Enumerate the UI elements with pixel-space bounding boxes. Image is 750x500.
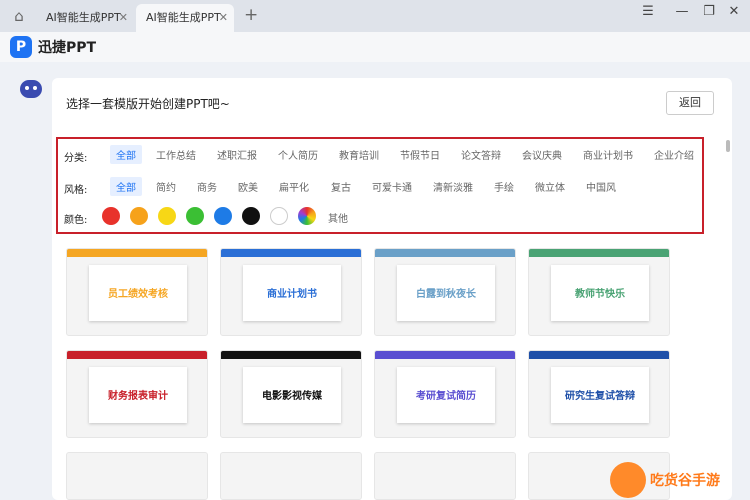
thumbnail-accent-strip	[375, 249, 515, 257]
color-other-option[interactable]: 其他	[328, 210, 348, 225]
thumbnail-card: 教师节快乐	[551, 265, 649, 321]
filter-box: 分类: 全部 工作总结 述职汇报 个人简历 教育培训 节假节日 论文答辩 会议庆…	[56, 137, 704, 234]
template-title: 考研复试简历	[416, 391, 476, 402]
page-title: 选择一套模版开始创建PPT吧~	[66, 97, 230, 111]
category-label: 分类:	[64, 153, 88, 164]
category-filter-row: 分类: 全部 工作总结 述职汇报 个人简历 教育培训 节假节日 论文答辩 会议庆…	[64, 145, 698, 165]
style-option[interactable]: 欧美	[238, 179, 258, 194]
color-swatch-black[interactable]	[242, 207, 260, 225]
color-swatch-white[interactable]	[270, 207, 288, 225]
scrollbar-thumb[interactable]	[726, 140, 730, 152]
style-option[interactable]: 扁平化	[279, 179, 309, 194]
template-panel: 选择一套模版开始创建PPT吧~ 返回 分类: 全部 工作总结 述职汇报 个人简历…	[52, 78, 732, 500]
back-button[interactable]: 返回	[666, 91, 714, 115]
style-option[interactable]: 简约	[156, 179, 176, 194]
thumbnail-card: 研究生复试答辩	[551, 367, 649, 423]
app-name: 迅捷PPT	[38, 40, 97, 56]
app-logo-icon: P	[10, 36, 32, 58]
thumbnail-accent-strip	[375, 351, 515, 359]
style-label: 风格:	[64, 185, 88, 196]
template-title: 商业计划书	[267, 289, 317, 300]
template-title: 财务报表审计	[108, 391, 168, 402]
template-title: 电影影视传媒	[262, 391, 322, 402]
template-thumbnail-partial[interactable]	[528, 452, 670, 500]
tab-label: AI智能生成PPT	[46, 11, 121, 24]
thumbnail-accent-strip	[67, 351, 207, 359]
template-thumbnail[interactable]: 财务报表审计	[66, 350, 208, 438]
tab-1[interactable]: AI智能生成PPT ✕	[36, 4, 134, 32]
color-filter-row: 颜色: 其他	[64, 207, 698, 227]
template-thumbnail[interactable]: 教师节快乐	[528, 248, 670, 336]
thumbnail-accent-strip	[221, 351, 361, 359]
style-filter-row: 风格: 全部 简约 商务 欧美 扁平化 复古 可爱卡通 清新淡雅 手绘 微立体 …	[64, 177, 698, 197]
style-option[interactable]: 微立体	[535, 179, 565, 194]
category-option[interactable]: 企业介绍	[654, 147, 694, 162]
thumbnail-card: 员工绩效考核	[89, 265, 187, 321]
tab-label: AI智能生成PPT	[146, 11, 221, 24]
thumbnail-card: 电影影视传媒	[243, 367, 341, 423]
style-option[interactable]: 手绘	[494, 179, 514, 194]
minimize-icon[interactable]: —	[670, 4, 694, 19]
template-thumbnail[interactable]: 电影影视传媒	[220, 350, 362, 438]
watermark-text: 吃货谷手游	[650, 473, 720, 489]
template-thumbnail[interactable]: 考研复试简历	[374, 350, 516, 438]
new-tab-icon[interactable]: +	[244, 5, 258, 25]
category-option[interactable]: 会议庆典	[522, 147, 562, 162]
template-thumbnail[interactable]: 研究生复试答辩	[528, 350, 670, 438]
watermark-logo-icon	[610, 462, 646, 498]
thumbnail-accent-strip	[529, 249, 669, 257]
color-swatch-orange[interactable]	[130, 207, 148, 225]
thumbnail-accent-strip	[67, 249, 207, 257]
menu-icon[interactable]: ☰	[636, 4, 660, 19]
restore-icon[interactable]: ❐	[697, 4, 721, 19]
close-icon[interactable]: ✕	[119, 4, 128, 32]
app-header: P 迅捷PPT	[0, 32, 750, 62]
style-option[interactable]: 清新淡雅	[433, 179, 473, 194]
color-label: 颜色:	[64, 215, 88, 226]
template-title: 白露到秋夜长	[416, 289, 476, 300]
home-icon[interactable]: ⌂	[8, 6, 30, 26]
style-option[interactable]: 复古	[331, 179, 351, 194]
tab-2[interactable]: AI智能生成PPT ✕	[136, 4, 234, 32]
template-thumbnail-partial[interactable]	[66, 452, 208, 500]
thumbnail-card: 考研复试简历	[397, 367, 495, 423]
category-option[interactable]: 个人简历	[278, 147, 318, 162]
template-thumbnail[interactable]: 白露到秋夜长	[374, 248, 516, 336]
color-swatch-green[interactable]	[186, 207, 204, 225]
assistant-avatar-icon	[20, 80, 42, 98]
category-option[interactable]: 商业计划书	[583, 147, 633, 162]
color-swatch-blue[interactable]	[214, 207, 232, 225]
window-close-icon[interactable]: ✕	[722, 4, 746, 19]
thumbnail-card: 商业计划书	[243, 265, 341, 321]
category-option[interactable]: 工作总结	[156, 147, 196, 162]
template-thumbnail[interactable]: 商业计划书	[220, 248, 362, 336]
style-option[interactable]: 中国风	[586, 179, 616, 194]
category-option[interactable]: 节假节日	[400, 147, 440, 162]
style-option[interactable]: 可爱卡通	[372, 179, 412, 194]
category-option[interactable]: 述职汇报	[217, 147, 257, 162]
thumbnail-card: 财务报表审计	[89, 367, 187, 423]
template-thumbnail-partial[interactable]	[374, 452, 516, 500]
category-option[interactable]: 教育培训	[339, 147, 379, 162]
style-option[interactable]: 全部	[110, 177, 142, 196]
category-option[interactable]: 论文答辩	[461, 147, 501, 162]
style-option[interactable]: 商务	[197, 179, 217, 194]
template-title: 员工绩效考核	[108, 289, 168, 300]
template-thumbnail-partial[interactable]	[220, 452, 362, 500]
template-thumbnail[interactable]: 员工绩效考核	[66, 248, 208, 336]
thumbnail-accent-strip	[529, 351, 669, 359]
category-option[interactable]: 全部	[110, 145, 142, 164]
color-swatch-multicolor[interactable]	[298, 207, 316, 225]
thumbnail-accent-strip	[221, 249, 361, 257]
template-title: 研究生复试答辩	[565, 391, 635, 402]
color-swatch-yellow[interactable]	[158, 207, 176, 225]
color-swatch-red[interactable]	[102, 207, 120, 225]
thumbnail-card: 白露到秋夜长	[397, 265, 495, 321]
close-icon[interactable]: ✕	[219, 4, 228, 32]
template-title: 教师节快乐	[575, 289, 625, 300]
tab-bar: ⌂ AI智能生成PPT ✕ AI智能生成PPT ✕ + ☰ — ❐ ✕	[0, 0, 750, 32]
